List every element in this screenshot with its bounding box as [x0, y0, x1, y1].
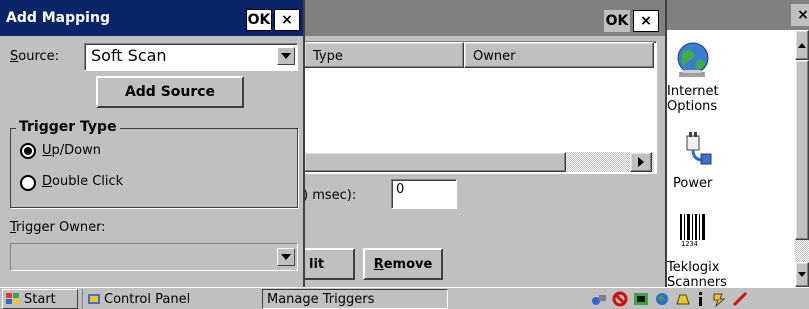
remove-mnemonic: R — [373, 256, 384, 272]
radio-double-click[interactable] — [20, 175, 36, 191]
source-dropdown-button[interactable] — [277, 47, 295, 65]
option-double-click-label[interactable]: Double Click — [42, 174, 123, 189]
windows-flag-icon — [6, 293, 19, 304]
control-panel-task-label: Control Panel — [104, 291, 191, 307]
trigger-owner-dropdown[interactable] — [10, 243, 298, 271]
radio-updown[interactable] — [20, 143, 36, 159]
info-icon[interactable] — [695, 291, 707, 307]
trigger-owner-dropdown-button[interactable] — [277, 248, 295, 266]
source-value: Soft Scan — [91, 46, 167, 65]
trigger-list[interactable]: Type Owner — [303, 41, 657, 174]
teklogix-scanners-label: Teklogix Scanners — [667, 260, 727, 287]
trigger-type-group — [10, 128, 298, 208]
scroll-up-icon — [798, 42, 806, 48]
trigger-owner-label: Trigger Owner: — [10, 220, 106, 235]
scroll-up-button[interactable] — [795, 30, 809, 60]
column-header-type[interactable]: Type — [304, 42, 464, 68]
dialog-title: Add Mapping — [6, 10, 110, 26]
control-panel-icon — [88, 294, 100, 304]
remove-label: emove — [383, 256, 433, 272]
arrow-right-icon — [638, 157, 644, 167]
edit-button[interactable]: lit — [303, 248, 355, 280]
trigger-type-title: Trigger Type — [16, 119, 120, 135]
start-label: Start — [24, 291, 56, 307]
barcode-digits: 1234 — [681, 240, 698, 248]
scroll-thumb[interactable] — [795, 60, 809, 240]
start-button[interactable]: Start — [2, 289, 78, 309]
power-icon[interactable] — [677, 130, 713, 166]
add-mapping-ok-button[interactable]: OK — [246, 9, 272, 31]
option-updown-label[interactable]: Up/Down — [42, 143, 101, 158]
msec-input[interactable]: 0 — [391, 179, 457, 209]
remove-button[interactable]: Remove — [363, 248, 443, 280]
source-dropdown[interactable]: Soft Scan — [84, 43, 298, 71]
taskbar-control-panel[interactable]: Control Panel — [82, 289, 258, 309]
network-icon[interactable] — [590, 291, 608, 307]
scroll-down-button[interactable] — [795, 262, 809, 287]
globe-icon[interactable] — [653, 291, 671, 307]
chevron-down-icon — [281, 53, 291, 59]
control-panel-scrollbar[interactable] — [795, 30, 809, 287]
add-mapping-close-button[interactable]: × — [274, 9, 300, 31]
control-panel-titlebar[interactable] — [665, 0, 809, 30]
hscroll-right-button[interactable] — [630, 152, 652, 172]
pen-icon[interactable] — [731, 291, 749, 307]
source-label: Source: — [10, 49, 60, 64]
radio-selected-dot — [24, 147, 32, 155]
list-hscrollbar[interactable] — [304, 152, 654, 172]
manage-triggers-close-button[interactable]: × — [633, 10, 659, 32]
control-panel-close-button[interactable]: × — [791, 4, 809, 26]
power-label: Power — [673, 176, 713, 191]
taskbar: Start Control Panel Manage Triggers — [0, 287, 809, 309]
column-header-owner[interactable]: Owner — [464, 42, 654, 68]
chevron-down-icon — [281, 254, 291, 260]
internet-options-icon[interactable] — [675, 38, 711, 80]
taskbar-manage-triggers[interactable]: Manage Triggers — [262, 289, 448, 309]
system-tray — [590, 289, 809, 309]
manage-triggers-ok-button[interactable]: OK — [604, 10, 630, 32]
battery-icon[interactable] — [674, 291, 692, 307]
add-source-button[interactable]: Add Source — [96, 76, 244, 108]
msec-label: ) msec): — [303, 188, 357, 203]
add-mapping-dialog: Add Mapping OK × Source: Soft Scan Add S… — [0, 0, 305, 287]
scroll-down-icon — [798, 272, 806, 277]
scanner-icon[interactable] — [632, 291, 650, 307]
keyboard-icon[interactable] — [710, 291, 728, 307]
manage-triggers-window: OK × Type Owner ) msec): 0 lit Remove — [303, 0, 667, 287]
internet-options-label: Internet Options — [667, 84, 719, 114]
control-panel-window: × Internet Options Power 1234 Teklogix S… — [665, 0, 809, 287]
no-connection-icon[interactable] — [611, 291, 629, 307]
hscroll-thumb[interactable] — [304, 152, 566, 172]
